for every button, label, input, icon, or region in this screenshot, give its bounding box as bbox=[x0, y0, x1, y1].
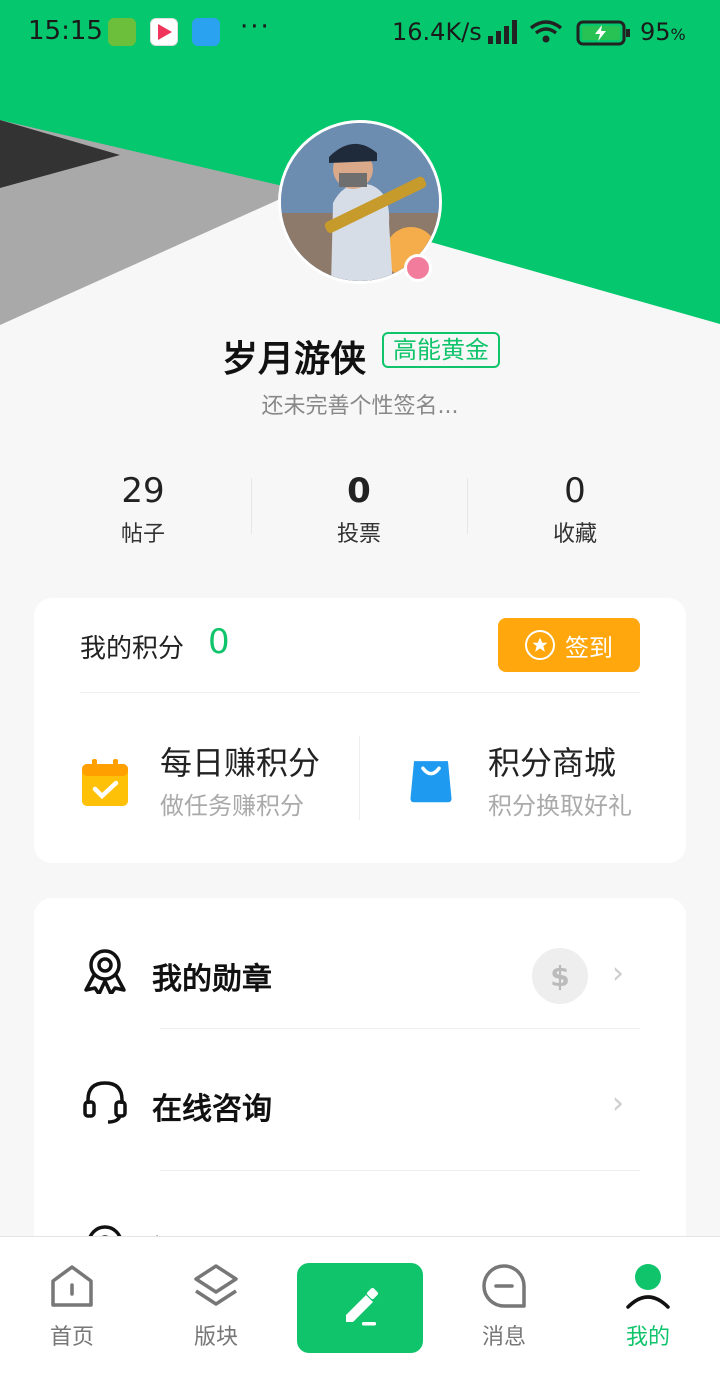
points-mall-subtitle: 积分换取好礼 bbox=[488, 792, 632, 820]
sign-in-label: 签到 bbox=[565, 633, 613, 662]
stat-votes-value: 0 bbox=[347, 471, 371, 511]
nav-messages[interactable]: 消息 bbox=[444, 1263, 564, 1351]
nav-home-label: 首页 bbox=[49, 1325, 94, 1350]
menu-item-label: 设置 bbox=[152, 1226, 212, 1236]
shopping-bag-icon bbox=[410, 761, 452, 803]
stat-favorites[interactable]: 0 收藏 bbox=[467, 470, 683, 548]
stat-posts[interactable]: 29 帖子 bbox=[35, 470, 251, 548]
chevron-right-icon: › bbox=[612, 956, 624, 991]
chevron-right-icon: › bbox=[612, 1228, 624, 1236]
stat-favorites-value: 0 bbox=[564, 471, 586, 511]
coin-icon: $ bbox=[532, 948, 588, 1004]
points-value: 0 bbox=[208, 622, 230, 662]
calendar-check-icon bbox=[82, 759, 128, 806]
nav-messages-label: 消息 bbox=[481, 1325, 526, 1350]
stat-votes-label: 投票 bbox=[336, 522, 381, 547]
divider bbox=[359, 736, 360, 820]
wifi-icon bbox=[529, 20, 563, 43]
app-notification-icon bbox=[108, 18, 136, 46]
nav-home[interactable]: 首页 bbox=[12, 1263, 132, 1351]
gender-badge-icon bbox=[404, 254, 432, 282]
nav-mine[interactable]: 我的 bbox=[588, 1263, 708, 1351]
nav-boards-label: 版块 bbox=[193, 1325, 238, 1350]
nav-mine-label: 我的 bbox=[625, 1325, 670, 1350]
file-app-icon bbox=[192, 18, 220, 46]
layers-icon bbox=[194, 1264, 238, 1306]
signal-icon bbox=[488, 20, 517, 44]
more-notifications-icon: ··· bbox=[240, 12, 271, 42]
home-icon bbox=[51, 1265, 93, 1307]
new-post-button[interactable] bbox=[297, 1263, 423, 1353]
battery-icon bbox=[576, 20, 630, 46]
pen-icon bbox=[346, 1287, 379, 1326]
user-name: 岁月游侠 bbox=[222, 339, 367, 380]
video-app-icon bbox=[150, 18, 178, 46]
sign-in-button[interactable]: 签到 bbox=[498, 618, 640, 672]
user-icon bbox=[626, 1264, 670, 1309]
menu-item-settings[interactable]: 设置 › bbox=[34, 1176, 686, 1236]
message-bubble-icon bbox=[482, 1264, 526, 1308]
headset-icon bbox=[83, 1081, 127, 1124]
status-bar: 15:15 ··· 16.4K/s 95% bbox=[0, 0, 720, 66]
menu-card: 我的勋章 $ › 在线咨询 › 设置 › bbox=[34, 898, 686, 1236]
points-mall-title: 积分商城 bbox=[488, 744, 617, 782]
settings-gear-icon bbox=[88, 1225, 122, 1236]
menu-item-medals[interactable]: 我的勋章 $ › bbox=[34, 904, 686, 1034]
star-icon bbox=[525, 630, 555, 660]
user-signature[interactable]: 还未完善个性签名... bbox=[0, 388, 720, 420]
stat-votes[interactable]: 0 投票 bbox=[251, 470, 467, 548]
daily-points-subtitle: 做任务赚积分 bbox=[160, 792, 304, 820]
stat-favorites-label: 收藏 bbox=[552, 522, 597, 547]
divider bbox=[160, 1170, 640, 1171]
menu-item-online-consult[interactable]: 在线咨询 › bbox=[34, 1034, 686, 1164]
network-speed: 16.4K/s bbox=[392, 18, 482, 46]
status-time: 15:15 bbox=[28, 16, 103, 46]
medal-icon bbox=[84, 949, 126, 994]
menu-item-label: 我的勋章 bbox=[152, 962, 272, 997]
stat-posts-value: 29 bbox=[121, 471, 165, 511]
points-card: 我的积分 0 签到 每日赚积分 做任务赚积分 积分商城 积分换取好礼 bbox=[34, 598, 686, 863]
divider bbox=[160, 1028, 640, 1029]
user-level-badge: 高能黄金 bbox=[382, 332, 500, 368]
chevron-right-icon: › bbox=[612, 1086, 624, 1121]
menu-item-label: 在线咨询 bbox=[152, 1092, 272, 1127]
daily-points-title: 每日赚积分 bbox=[160, 744, 321, 782]
stat-posts-label: 帖子 bbox=[120, 522, 165, 547]
divider bbox=[80, 692, 640, 693]
points-title: 我的积分 bbox=[80, 634, 185, 664]
battery-percentage: 95% bbox=[640, 18, 686, 46]
nav-boards[interactable]: 版块 bbox=[156, 1263, 276, 1351]
bottom-navigation: 首页 版块 消息 我的 bbox=[0, 1236, 720, 1380]
